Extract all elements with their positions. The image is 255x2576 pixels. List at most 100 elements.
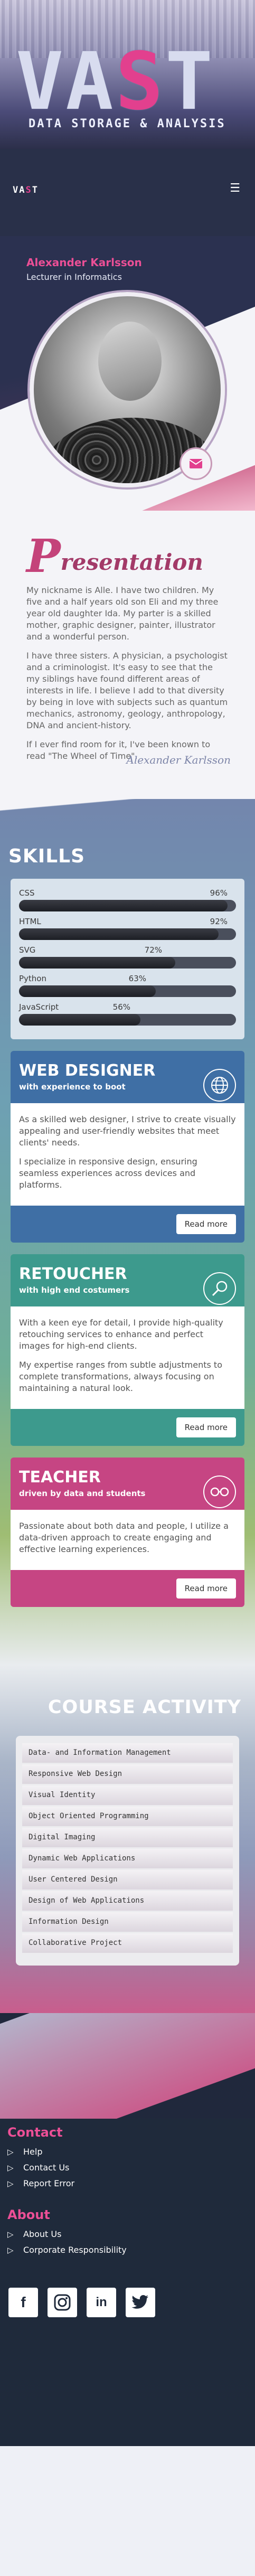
skills-title: SKILLS [8, 845, 86, 867]
footer-link-label: About Us [23, 2229, 62, 2239]
skills-box: CSS 96% HTML 92% SVG 72% Python 63% JavaScri… [11, 879, 244, 1039]
hero-banner: VAST DATA STORAGE & ANALYSIS [0, 0, 255, 149]
card-header: WEB DESIGNER with experience to boot [11, 1051, 244, 1103]
card-header: RETOUCHER with high end costumers [11, 1254, 244, 1306]
skill-bar-track [19, 900, 236, 911]
card-header: TEACHER driven by data and students [11, 1458, 244, 1510]
twitter-icon[interactable] [126, 2288, 155, 2317]
card-title: RETOUCHER [19, 1265, 127, 1283]
glasses-icon [203, 1475, 236, 1508]
skill-percent: 92% [210, 917, 228, 926]
card-title: TEACHER [19, 1468, 101, 1487]
presentation-title: Presentation [26, 534, 229, 579]
card-title: WEB DESIGNER [19, 1061, 156, 1080]
card-paragraph: As a skilled web designer, I strive to c… [19, 1114, 236, 1148]
footer-about-title: About [7, 2207, 50, 2222]
triangle-right-icon: ▷ [7, 2230, 14, 2239]
course-item[interactable]: Data- and Information Management [22, 1743, 233, 1763]
mail-icon [189, 459, 203, 468]
skill-label: CSS [19, 888, 35, 898]
presentation-title-initial: P [26, 530, 61, 583]
hero-logo-prefix: VA [16, 36, 116, 128]
footer-contact-links: ▷ Help ▷ Contact Us ▷ Report Error [7, 2144, 248, 2192]
read-more-button[interactable]: Read more [176, 1417, 236, 1437]
course-item[interactable]: Collaborative Project [22, 1933, 233, 1953]
course-item[interactable]: Responsive Web Design [22, 1764, 233, 1784]
presentation-title-rest: resentation [60, 549, 203, 575]
footer-wedge [0, 2013, 255, 2119]
course-item[interactable]: Design of Web Applications [22, 1891, 233, 1911]
course-item[interactable]: Object Oriented Programming [22, 1807, 233, 1826]
top-navbar: VAST ☰ [0, 149, 255, 236]
read-more-button[interactable]: Read more [176, 1214, 236, 1234]
course-item[interactable]: Digital Imaging [22, 1828, 233, 1847]
course-item[interactable]: Visual Identity [22, 1785, 233, 1805]
profile-name: Alexander Karlsson [26, 256, 142, 269]
hero-tagline: DATA STORAGE & ANALYSIS [29, 117, 226, 130]
hamburger-menu-icon[interactable]: ☰ [230, 182, 240, 195]
presentation-section: Presentation My nickname is Alle. I have… [0, 511, 255, 799]
portrait-head [98, 322, 162, 401]
skill-bar-track [19, 957, 236, 969]
retoucher-card: RETOUCHER with high end costumers With a… [11, 1254, 244, 1446]
skill-bar-fill [19, 957, 175, 969]
web-designer-card: WEB DESIGNER with experience to boot As … [11, 1051, 244, 1243]
card-paragraph: My expertise ranges from subtle adjustme… [19, 1360, 222, 1393]
course-item[interactable]: User Centered Design [22, 1870, 233, 1889]
skills-section: SKILLS CSS 96% HTML 92% SVG 72% Python 63% J… [0, 767, 255, 1665]
hero-logo: VAST [16, 42, 215, 121]
read-more-button[interactable]: Read more [176, 1578, 236, 1599]
skill-python: Python 63% [19, 974, 236, 997]
linkedin-icon[interactable]: in [87, 2288, 116, 2317]
facebook-icon[interactable]: f [8, 2288, 38, 2317]
skill-javascript: JavaScript 56% [19, 1002, 236, 1026]
triangle-right-icon: ▷ [7, 2245, 14, 2255]
skill-bar-fill [19, 1014, 141, 1026]
skill-svg: SVG 72% [19, 945, 236, 969]
magnifier-icon [203, 1272, 236, 1305]
skill-label: JavaScript [19, 1002, 59, 1012]
skill-html: HTML 92% [19, 917, 236, 940]
card-footer: Read more [11, 1570, 244, 1607]
card-body: As a skilled web designer, I strive to c… [11, 1103, 244, 1206]
profile-role: Lecturer in Informatics [26, 272, 122, 282]
instagram-icon[interactable] [48, 2288, 77, 2317]
skill-label: Python [19, 974, 46, 983]
nav-brand[interactable]: VAST [13, 185, 39, 195]
footer-link-label: Report Error [23, 2178, 75, 2188]
course-item[interactable]: Dynamic Web Applications [22, 1849, 233, 1868]
footer-about-links: ▷ About Us ▷ Corporate Responsibility [7, 2226, 248, 2258]
skill-bar-track [19, 985, 236, 997]
skill-bar-track [19, 1014, 236, 1026]
footer-link-label: Contact Us [23, 2163, 70, 2173]
skill-label: SVG [19, 945, 36, 955]
skill-css: CSS 96% [19, 888, 236, 911]
nav-brand-prefix: VA [13, 185, 26, 195]
hero-logo-suffix: T [165, 36, 215, 128]
footer-link-corporate-responsibility[interactable]: ▷ Corporate Responsibility [7, 2242, 248, 2258]
course-item[interactable]: Information Design [22, 1912, 233, 1932]
triangle-right-icon: ▷ [7, 2147, 14, 2157]
card-body: With a keen eye for detail, I provide hi… [11, 1306, 244, 1409]
skill-percent: 56% [112, 1002, 130, 1012]
card-paragraph: Passionate about both data and people, I… [19, 1521, 229, 1554]
presentation-paragraph: I have three sisters. A physician, a psy… [26, 651, 228, 730]
footer-link-about-us[interactable]: ▷ About Us [7, 2226, 248, 2242]
nav-brand-accent: S [25, 185, 32, 195]
card-footer: Read more [11, 1409, 244, 1446]
footer-link-help[interactable]: ▷ Help [7, 2144, 248, 2160]
triangle-right-icon: ▷ [7, 2163, 14, 2173]
footer-link-contact-us[interactable]: ▷ Contact Us [7, 2160, 248, 2176]
hero-logo-accent: S [115, 36, 165, 128]
presentation-body: My nickname is Alle. I have two children… [26, 585, 229, 762]
mail-button[interactable] [180, 447, 212, 480]
signature: Alexander Karlsson [126, 754, 231, 766]
card-paragraph: I specialize in responsive design, ensur… [19, 1157, 197, 1190]
globe-icon [203, 1069, 236, 1102]
footer-link-report-error[interactable]: ▷ Report Error [7, 2176, 248, 2192]
skill-percent: 96% [210, 888, 228, 898]
profile-section: Alexander Karlsson Lecturer in Informati… [0, 236, 255, 511]
skill-bar-track [19, 928, 236, 940]
skill-bar-fill [19, 985, 156, 997]
site-footer: Contact ▷ Help ▷ Contact Us ▷ Report Error … [0, 2119, 255, 2446]
